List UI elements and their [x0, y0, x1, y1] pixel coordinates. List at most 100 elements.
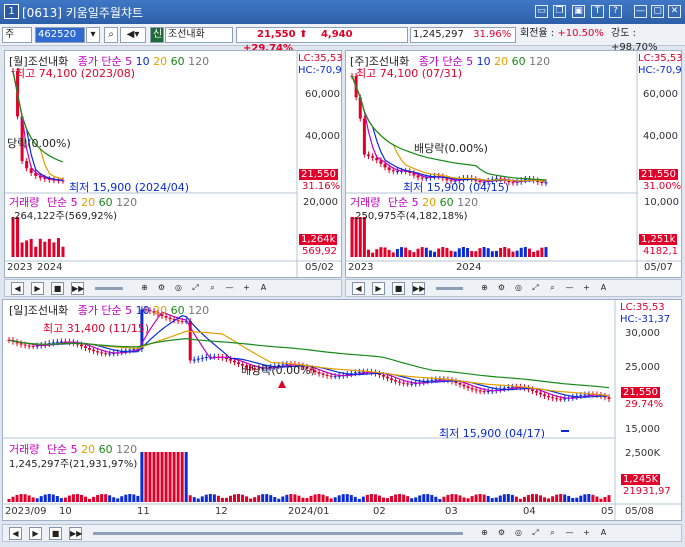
maximize-icon[interactable]: ▢: [651, 5, 664, 18]
zoom-in-icon[interactable]: +: [240, 282, 253, 295]
fast-forward-button[interactable]: ▶▶: [69, 527, 82, 540]
zoom-in-icon[interactable]: +: [580, 282, 593, 295]
settings-icon[interactable]: ⚙: [495, 282, 508, 295]
magnify-icon[interactable]: ⌕: [546, 527, 559, 540]
volume-bar: [475, 495, 478, 502]
volume-bar: [603, 497, 606, 502]
candle: [507, 387, 510, 388]
scroll-slider[interactable]: [93, 532, 463, 535]
volume-bar: [177, 452, 180, 502]
candle: [563, 398, 566, 399]
price-change: 4,940: [321, 29, 353, 40]
volume-bar: [384, 247, 387, 257]
prev-button[interactable]: ◀: [352, 282, 365, 295]
chart-title: [일]조선내화 종가 단순 5 10 20 60 120: [9, 302, 209, 318]
candle: [547, 396, 550, 397]
stop-button[interactable]: ■: [51, 282, 64, 295]
zoom-icon[interactable]: ⊕: [478, 282, 491, 295]
volume-bar: [437, 249, 440, 257]
next-button[interactable]: ▶: [31, 282, 44, 295]
next-button[interactable]: ▶: [29, 527, 42, 540]
fast-forward-button[interactable]: ▶▶: [71, 282, 84, 295]
low-label: 최저 15,900 (04/17): [439, 425, 545, 441]
candle: [583, 395, 586, 396]
weekly-chart[interactable]: [346, 51, 681, 277]
zoom-out-icon[interactable]: —: [563, 282, 576, 295]
stop-button[interactable]: ■: [49, 527, 62, 540]
pct-tag: 29.74%: [625, 399, 663, 410]
target-icon[interactable]: ◎: [512, 527, 525, 540]
volume-bar: [388, 250, 391, 257]
font-icon[interactable]: T: [591, 5, 604, 18]
text-icon[interactable]: A: [597, 282, 610, 295]
text-icon[interactable]: A: [597, 527, 610, 540]
copy-icon[interactable]: ❐: [553, 5, 566, 18]
help-icon[interactable]: ?: [609, 5, 622, 18]
scroll-slider[interactable]: [436, 287, 463, 290]
scroll-slider[interactable]: [95, 287, 123, 290]
volume-bar: [197, 499, 200, 502]
code-dropdown-icon[interactable]: ▾: [86, 27, 100, 43]
candle: [511, 387, 514, 388]
speaker-icon[interactable]: ◀▾: [120, 27, 146, 43]
y-tick: 15,000: [625, 424, 660, 435]
next-button[interactable]: ▶: [372, 282, 385, 295]
stop-button[interactable]: ■: [392, 282, 405, 295]
volume-bar: [527, 495, 530, 502]
monthly-chart[interactable]: [5, 51, 341, 277]
magnify-icon[interactable]: ⌕: [206, 282, 219, 295]
close-icon[interactable]: ✕: [668, 5, 681, 18]
settings-icon[interactable]: ⚙: [495, 527, 508, 540]
volume-bar: [221, 498, 224, 502]
expand-icon[interactable]: ⤢: [529, 527, 542, 540]
volume-bar: [503, 247, 506, 257]
volume-bar: [326, 496, 329, 502]
text-icon[interactable]: A: [257, 282, 270, 295]
window-icon[interactable]: ▣: [572, 5, 585, 18]
expand-icon[interactable]: ⤢: [529, 282, 542, 295]
layout-icon[interactable]: ▭: [535, 5, 548, 18]
search-icon[interactable]: ⌕: [104, 27, 118, 43]
volume-bar: [418, 495, 421, 502]
volume-bar: [426, 494, 429, 502]
expand-icon[interactable]: ⤢: [189, 282, 202, 295]
price-box: 21,550 ⬆ 4,940 +29.74%: [236, 27, 408, 43]
target-icon[interactable]: ◎: [512, 282, 525, 295]
candle: [197, 359, 200, 360]
market-select[interactable]: 주: [2, 27, 32, 43]
minimize-icon[interactable]: —: [634, 5, 647, 18]
volume-bar: [414, 497, 417, 502]
candle: [406, 383, 409, 384]
settings-icon[interactable]: ⚙: [155, 282, 168, 295]
target-icon[interactable]: ◎: [172, 282, 185, 295]
volume-bar: [417, 249, 420, 257]
stock-code-input[interactable]: 462520: [35, 27, 85, 43]
candle: [104, 353, 107, 354]
magnify-icon[interactable]: ⌕: [546, 282, 559, 295]
candle: [384, 164, 387, 168]
prev-button[interactable]: ◀: [11, 282, 24, 295]
volume-bar: [80, 495, 83, 502]
candle: [434, 379, 437, 380]
zoom-out-icon[interactable]: —: [563, 527, 576, 540]
candle: [363, 119, 366, 155]
lc-label: LC:35,53: [638, 53, 683, 64]
candle: [390, 378, 393, 380]
candle: [28, 346, 31, 347]
lc-label: LC:35,53: [620, 302, 665, 313]
candle: [80, 345, 83, 347]
volume-bar: [531, 494, 534, 502]
y-tick: 30,000: [625, 328, 660, 339]
volume-bar: [156, 452, 159, 502]
volume-bar: [237, 494, 240, 502]
y-tick: 60,000: [305, 89, 340, 100]
volume-bar: [459, 495, 462, 502]
prev-button[interactable]: ◀: [9, 527, 22, 540]
zoom-in-icon[interactable]: +: [580, 527, 593, 540]
fast-forward-button[interactable]: ▶▶: [412, 282, 425, 295]
zoom-icon[interactable]: ⊕: [138, 282, 151, 295]
volume-bar: [56, 496, 59, 502]
zoom-out-icon[interactable]: —: [223, 282, 236, 295]
volume-bar: [499, 248, 502, 257]
zoom-icon[interactable]: ⊕: [478, 527, 491, 540]
